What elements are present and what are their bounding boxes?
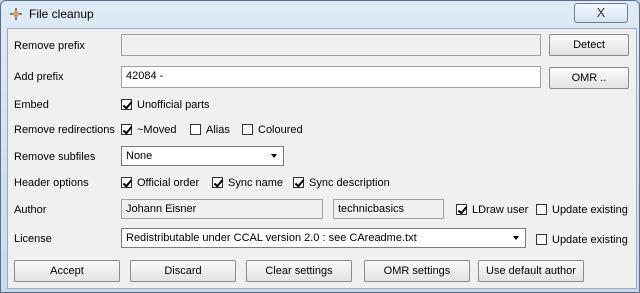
- checkbox-unchecked-icon: [536, 234, 547, 245]
- add-prefix-field[interactable]: 42084 -: [121, 66, 541, 88]
- coloured-checkbox[interactable]: Coloured: [242, 124, 303, 138]
- moved-label: ~Moved: [137, 124, 177, 136]
- close-icon: X: [596, 5, 606, 20]
- chevron-down-icon: [271, 154, 277, 158]
- license-update-existing-checkbox[interactable]: Update existing: [536, 234, 628, 248]
- author-update-existing-label: Update existing: [552, 204, 628, 216]
- checkbox-checked-icon: [121, 99, 132, 110]
- author-name-field[interactable]: Johann Eisner: [121, 199, 323, 219]
- author-username-field[interactable]: technicbasics: [333, 199, 444, 219]
- coloured-label: Coloured: [258, 124, 303, 136]
- sync-description-checkbox[interactable]: Sync description: [293, 177, 390, 191]
- sync-name-label: Sync name: [228, 177, 284, 189]
- accept-button[interactable]: Accept: [14, 260, 120, 282]
- unofficial-parts-checkbox[interactable]: Unofficial parts: [121, 99, 210, 113]
- license-update-existing-label: Update existing: [552, 234, 628, 246]
- header-options-label: Header options: [14, 177, 89, 189]
- official-order-label: Official order: [137, 177, 200, 189]
- checkbox-unchecked-icon: [536, 204, 547, 215]
- ldraw-user-checkbox[interactable]: LDraw user: [456, 204, 528, 218]
- sync-description-label: Sync description: [309, 177, 390, 189]
- author-update-existing-checkbox[interactable]: Update existing: [536, 204, 628, 218]
- ldraw-user-label: LDraw user: [472, 204, 529, 216]
- sync-name-checkbox[interactable]: Sync name: [212, 177, 283, 191]
- clear-settings-button[interactable]: Clear settings: [246, 260, 352, 282]
- moved-checkbox[interactable]: ~Moved: [121, 124, 176, 138]
- unofficial-parts-label: Unofficial parts: [137, 99, 210, 111]
- remove-prefix-field[interactable]: [121, 34, 541, 56]
- omr-button[interactable]: OMR ..: [549, 67, 629, 89]
- app-icon: [10, 8, 22, 20]
- file-cleanup-window: File cleanup X Remove prefix Detect Add …: [0, 0, 640, 293]
- add-prefix-label: Add prefix: [14, 71, 64, 83]
- license-label: License: [14, 233, 52, 245]
- checkbox-checked-icon: [121, 124, 132, 135]
- dialog-body: Remove prefix Detect Add prefix 42084 - …: [7, 28, 637, 289]
- license-select[interactable]: Redistributable under CCAL version 2.0 :…: [121, 228, 526, 248]
- remove-redirections-label: Remove redirections: [14, 124, 115, 136]
- checkbox-unchecked-icon: [190, 124, 201, 135]
- close-button[interactable]: X: [574, 3, 628, 23]
- alias-label: Alias: [206, 124, 230, 136]
- license-value: Redistributable under CCAL version 2.0 :…: [126, 232, 417, 244]
- checkbox-checked-icon: [121, 177, 132, 188]
- omr-settings-button[interactable]: OMR settings: [364, 260, 470, 282]
- title-bar: File cleanup X: [1, 1, 639, 27]
- remove-prefix-label: Remove prefix: [14, 40, 85, 52]
- checkbox-unchecked-icon: [242, 124, 253, 135]
- checkbox-checked-icon: [293, 177, 304, 188]
- remove-subfiles-label: Remove subfiles: [14, 151, 96, 163]
- remove-subfiles-select[interactable]: None: [121, 146, 284, 166]
- chevron-down-icon: [513, 236, 519, 240]
- remove-subfiles-value: None: [126, 150, 153, 162]
- checkbox-checked-icon: [456, 204, 467, 215]
- official-order-checkbox[interactable]: Official order: [121, 177, 199, 191]
- use-default-author-button[interactable]: Use default author: [478, 260, 584, 282]
- window-title: File cleanup: [29, 7, 94, 21]
- discard-button[interactable]: Discard: [130, 260, 236, 282]
- embed-label: Embed: [14, 99, 49, 111]
- alias-checkbox[interactable]: Alias: [190, 124, 230, 138]
- author-label: Author: [14, 204, 47, 216]
- detect-button[interactable]: Detect: [549, 34, 629, 56]
- checkbox-checked-icon: [212, 177, 223, 188]
